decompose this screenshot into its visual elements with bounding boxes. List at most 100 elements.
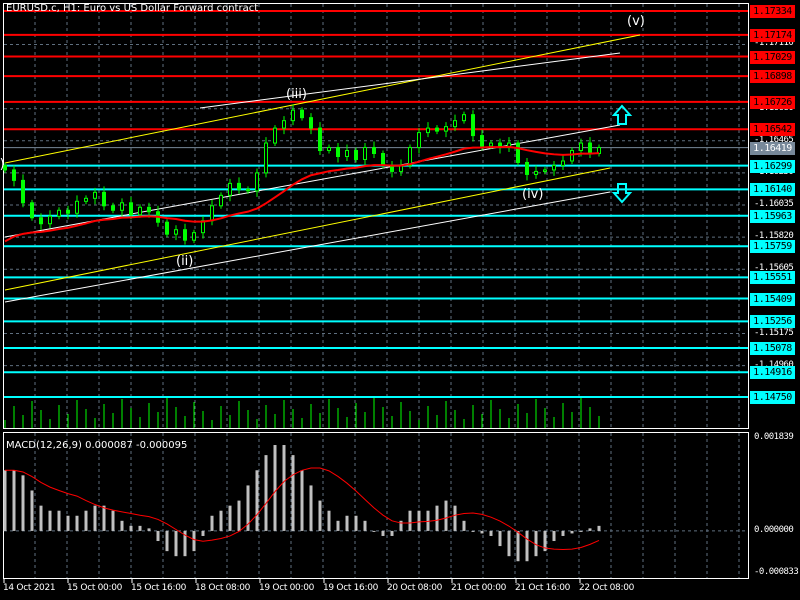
time-label: 15 Oct 16:00 (131, 583, 187, 593)
time-label: 21 Oct 00:00 (451, 583, 507, 593)
macd-histogram-bar (318, 500, 322, 531)
candle-body (552, 164, 556, 171)
time-label: 19 Oct 00:00 (259, 583, 315, 593)
support-price-label: 1.15551 (750, 271, 795, 285)
macd-histogram-bar (291, 455, 295, 531)
macd-histogram-bar (30, 490, 34, 531)
candle-body (66, 209, 70, 214)
macd-histogram-bar (345, 515, 349, 531)
macd-histogram-bar (12, 470, 16, 531)
macd-histogram-bar (354, 515, 358, 531)
macd-histogram-bar (210, 515, 214, 531)
candle-body (588, 142, 592, 155)
current-price-label: 1.16419 (750, 141, 795, 155)
macd-histogram-bar (309, 485, 313, 531)
candle-body (210, 205, 214, 222)
macd-tick: 0.000000 (754, 524, 794, 535)
elliott-wave-label: (iv) (522, 187, 544, 202)
candle-body (417, 132, 421, 149)
candle-body (309, 117, 313, 129)
elliott-wave-label: (iii) (286, 87, 307, 102)
candle-body (525, 161, 529, 175)
macd-histogram-bar (57, 510, 61, 531)
candle-body (327, 147, 331, 152)
candle-body (192, 232, 196, 241)
macd-histogram-bar (21, 475, 25, 531)
candle-body (246, 188, 250, 192)
macd-histogram-bar (390, 530, 394, 536)
macd-histogram-bar (156, 530, 160, 542)
candle-body (444, 126, 448, 132)
resistance-price-label: 1.17029 (750, 50, 795, 64)
macd-histogram-bar (147, 528, 151, 531)
macd-histogram-bar (381, 530, 385, 536)
elliott-wave-label: (ii) (176, 254, 194, 269)
macd-histogram-bar (480, 530, 484, 534)
macd-histogram-bar (48, 510, 52, 531)
macd-histogram-bar (597, 525, 601, 531)
candle-body (237, 182, 241, 190)
candle-body (219, 194, 223, 207)
time-label: 19 Oct 16:00 (323, 583, 379, 593)
resistance-price-label: 1.16898 (750, 70, 795, 84)
candle-body (318, 127, 322, 152)
candle-body (462, 114, 466, 122)
elliott-wave-label: (i) (0, 157, 5, 172)
candle-body (12, 169, 16, 181)
macd-histogram-bar (129, 525, 133, 531)
support-price-label: 1.14750 (750, 391, 795, 404)
candle-body (408, 147, 412, 166)
resistance-price-label: 1.16726 (750, 95, 795, 109)
candle-body (534, 170, 538, 175)
resistance-price-label: 1.17174 (750, 28, 795, 42)
price-chart (3, 3, 749, 583)
candle-body (57, 209, 61, 217)
time-label: 21 Oct 16:00 (515, 583, 571, 593)
candle-body (570, 150, 574, 162)
macd-label: MACD(12,26,9) 0.000087 -0.000095 (6, 440, 188, 451)
support-price-label: 1.15409 (750, 292, 795, 306)
candle-body (129, 202, 133, 216)
candle-body (291, 109, 295, 122)
candle-body (120, 202, 124, 211)
candle-body (543, 169, 547, 172)
macd-histogram-bar (75, 515, 79, 531)
trend-line (4, 167, 611, 291)
candle-body (255, 172, 259, 192)
macd-histogram-bar (219, 510, 223, 531)
macd-histogram-bar (66, 515, 70, 531)
macd-histogram-bar (336, 520, 340, 531)
candle-body (273, 127, 277, 144)
macd-histogram-bar (237, 500, 241, 531)
macd-histogram-bar (363, 520, 367, 531)
macd-histogram-bar (165, 530, 169, 552)
macd-histogram-bar (489, 530, 493, 536)
macd-histogram-bar (579, 530, 583, 532)
support-price-label: 1.16140 (750, 183, 795, 197)
candle-body (300, 109, 304, 119)
price-tick: -1.15175 (754, 327, 794, 338)
candle-body (165, 221, 169, 235)
support-price-label: 1.15078 (750, 342, 795, 355)
macd-histogram-bar (39, 505, 43, 531)
candle-body (453, 120, 457, 128)
macd-histogram-bar (453, 505, 457, 531)
macd-histogram-bar (201, 530, 205, 536)
candle-body (84, 197, 88, 202)
chart-title: EURUSD.c, H1: Euro vs US Dollar Forward … (6, 3, 259, 14)
candle-body (336, 147, 340, 157)
macd-histogram-bar (588, 528, 592, 531)
macd-histogram-bar (498, 530, 502, 547)
support-price-label: 1.15759 (750, 240, 795, 254)
macd-histogram-bar (444, 500, 448, 531)
resistance-price-label: 1.17334 (750, 5, 795, 18)
macd-panel-frame (3, 432, 749, 579)
candle-body (489, 142, 493, 147)
candle-body (174, 229, 178, 235)
macd-histogram-bar (120, 520, 124, 531)
support-price-label: 1.16299 (750, 159, 795, 173)
macd-histogram-bar (417, 510, 421, 531)
support-price-label: 1.15256 (750, 315, 795, 329)
candle-body (372, 147, 376, 155)
elliott-wave-label: (v) (627, 14, 645, 29)
